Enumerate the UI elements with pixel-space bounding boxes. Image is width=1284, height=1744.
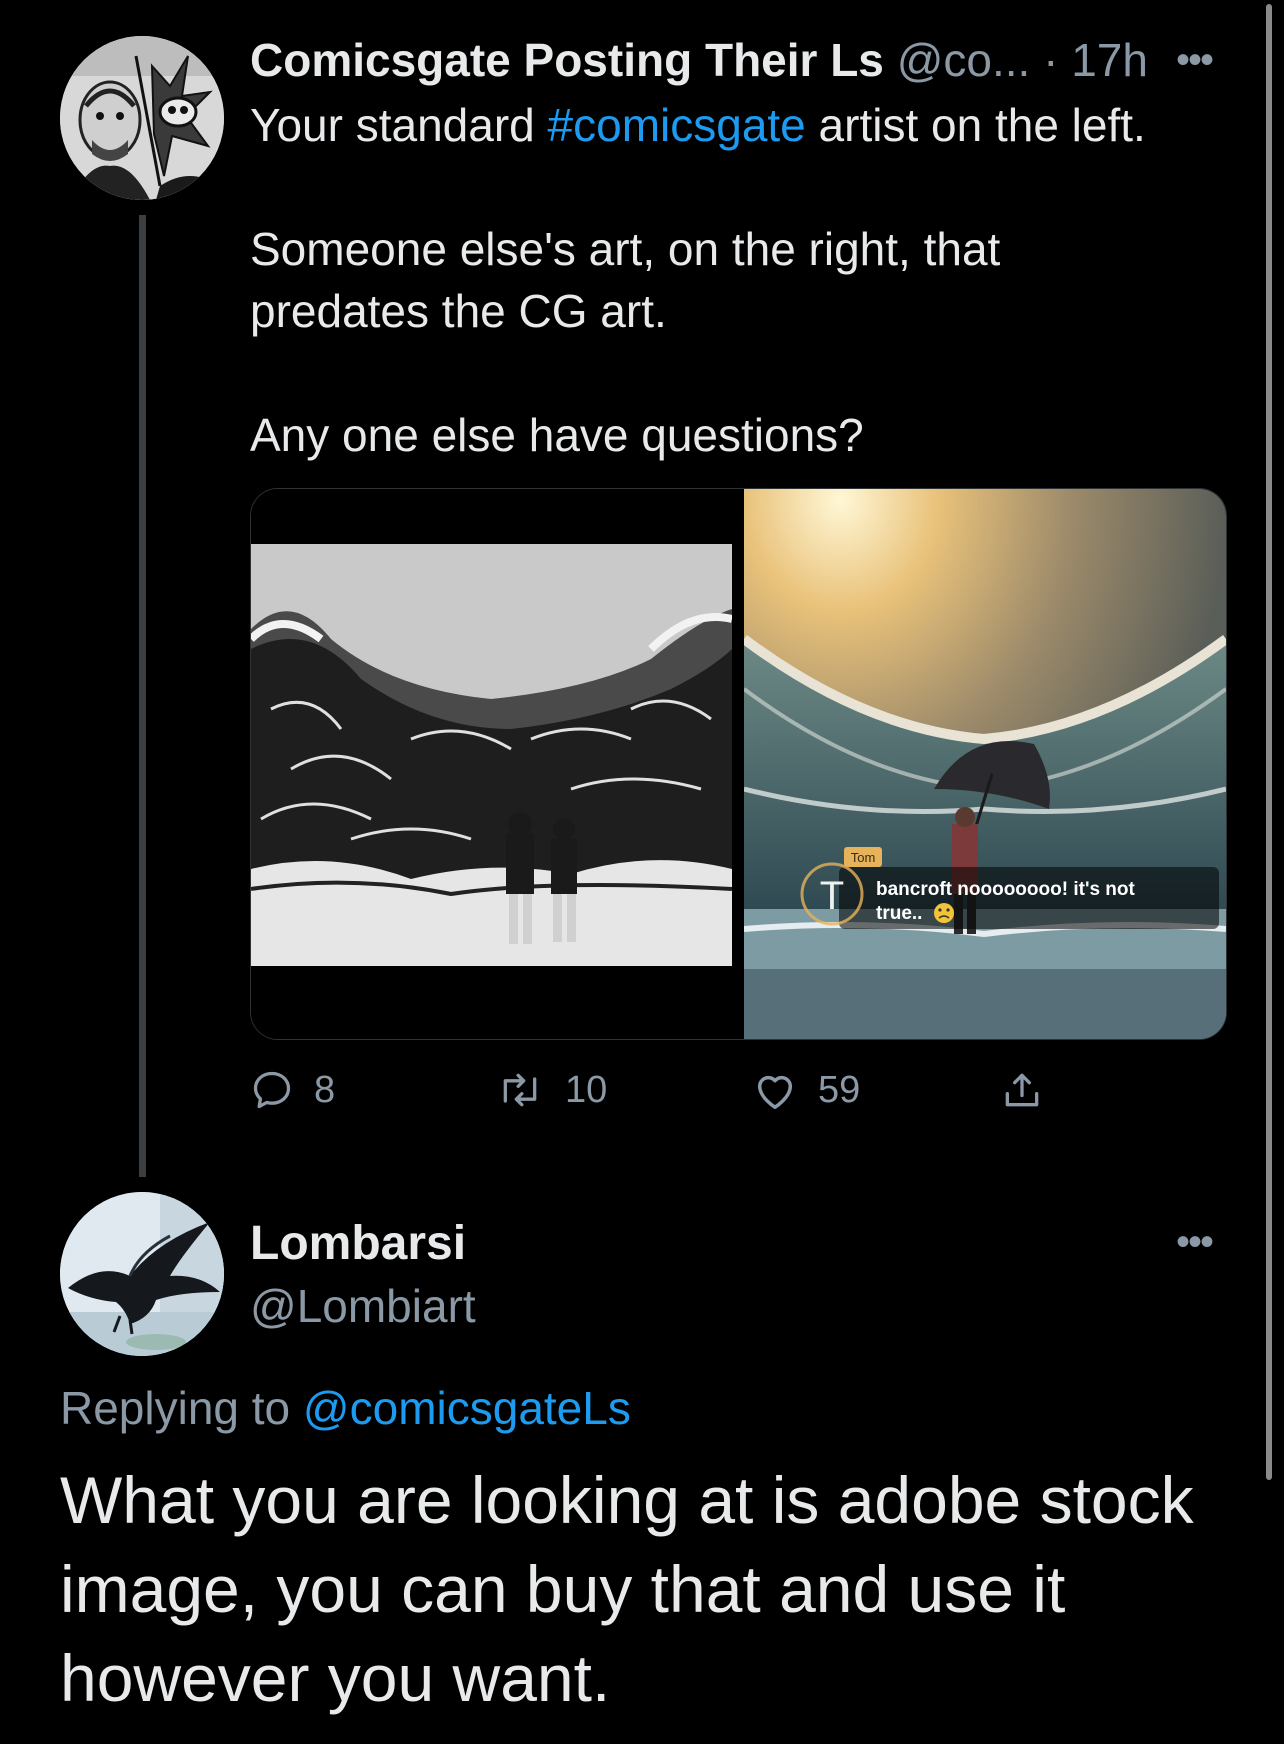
reply-tweet-text: What you are looking at is adobe stock i… bbox=[60, 1463, 1194, 1715]
tweet-text: Your standard #comicsgate artist on the … bbox=[250, 94, 1240, 466]
tweet-text-line1: Your standard #comicsgate artist on the … bbox=[250, 99, 1146, 151]
thread-connector-line bbox=[139, 215, 146, 1177]
reply-author-name[interactable]: Lombarsi bbox=[250, 1214, 466, 1274]
overlay-initial: T bbox=[820, 874, 844, 918]
retweet-icon bbox=[503, 1073, 537, 1107]
share-icon bbox=[1005, 1073, 1039, 1107]
avatar-comicsgate[interactable] bbox=[60, 36, 224, 200]
tweet-media[interactable]: Tom T bancroft noooooooo! it's not true.… bbox=[250, 488, 1227, 1040]
share-button[interactable] bbox=[1000, 1060, 1044, 1120]
overlay-caption-line1: bancroft noooooooo! it's not bbox=[876, 879, 1136, 900]
avatar-lombarsi[interactable] bbox=[60, 1192, 224, 1356]
media-image-left[interactable] bbox=[251, 489, 733, 1039]
media-image-right[interactable]: Tom T bancroft noooooooo! it's not true.… bbox=[741, 489, 1226, 1039]
like-button[interactable]: 59 bbox=[752, 1060, 860, 1120]
overlay-name-tag: Tom bbox=[851, 850, 876, 865]
reply-count: 8 bbox=[314, 1068, 336, 1111]
author-name[interactable]: Comicsgate Posting Their Ls bbox=[250, 34, 884, 86]
replying-to-line: Replying to @comicsgateLs bbox=[60, 1378, 631, 1438]
reply-author-handle[interactable]: @Lombiart bbox=[250, 1276, 476, 1336]
tweet-actions: 8 10 59 bbox=[250, 1060, 1150, 1120]
tweet-timestamp[interactable]: 17h bbox=[1071, 34, 1148, 86]
author-handle[interactable]: @co... bbox=[897, 34, 1031, 86]
scrollbar[interactable] bbox=[1266, 4, 1272, 1480]
more-horizontal-icon[interactable]: ••• bbox=[1176, 40, 1214, 80]
reply-bubble-icon bbox=[253, 1071, 291, 1109]
sad-emoji-icon bbox=[934, 903, 954, 923]
replying-to-label: Replying to bbox=[60, 1382, 303, 1434]
separator-dot: · bbox=[1043, 34, 1059, 86]
more-horizontal-icon[interactable]: ••• bbox=[1176, 1222, 1214, 1262]
tweet-header: Comicsgate Posting Their Ls @co... · 17h bbox=[250, 30, 1240, 90]
overlay-caption-line2: true.. bbox=[876, 903, 922, 924]
heart-icon bbox=[757, 1075, 793, 1109]
tweet-text-paragraph-3: Any one else have questions? bbox=[250, 409, 864, 461]
like-count: 59 bbox=[818, 1068, 861, 1111]
retweet-count: 10 bbox=[565, 1068, 608, 1111]
tweet-text-paragraph-2: Someone else's art, on the right, that p… bbox=[250, 223, 1001, 337]
reply-button[interactable]: 8 bbox=[250, 1060, 335, 1120]
replying-to-mention[interactable]: @comicsgateLs bbox=[303, 1382, 631, 1434]
hashtag-link[interactable]: #comicsgate bbox=[548, 99, 806, 151]
retweet-button[interactable]: 10 bbox=[495, 1060, 607, 1120]
